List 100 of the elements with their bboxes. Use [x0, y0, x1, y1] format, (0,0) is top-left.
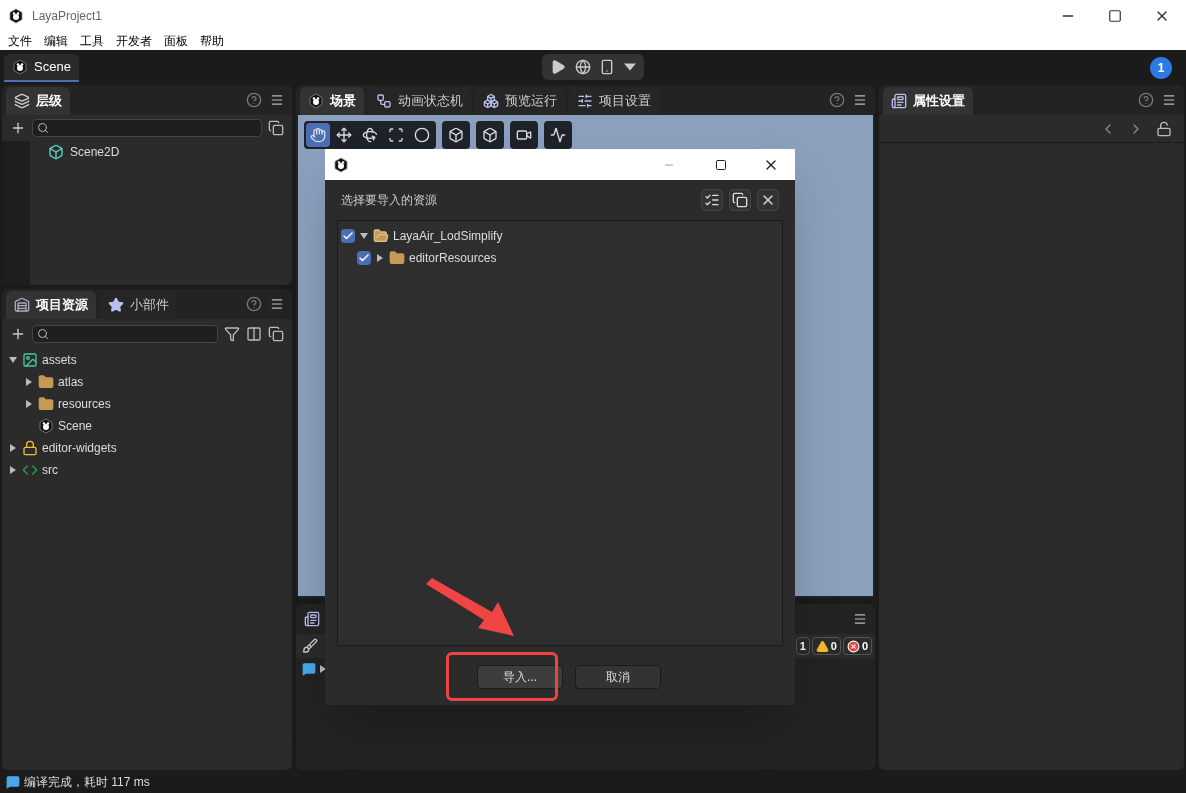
panel-tab[interactable]: 项目资源	[6, 291, 96, 319]
log-count[interactable]: 0	[811, 637, 841, 655]
import-button[interactable]: 导入...	[477, 665, 563, 689]
menu-icon[interactable]	[1162, 93, 1176, 107]
maximize-icon[interactable]	[715, 158, 727, 171]
menu-icon[interactable]	[270, 297, 284, 311]
star-icon	[108, 297, 124, 313]
add-icon[interactable]	[10, 120, 26, 136]
tree-item[interactable]: editorResources	[409, 249, 497, 267]
cube-view-tool[interactable]	[442, 121, 470, 149]
search-icon	[37, 328, 49, 340]
deselect-all-button[interactable]	[757, 189, 779, 211]
notification-badge[interactable]: 1	[1150, 56, 1172, 79]
box-icon	[482, 127, 498, 143]
menu-item[interactable]: 工具	[80, 32, 104, 50]
logo-icon	[8, 8, 24, 24]
menu-icon[interactable]	[270, 93, 284, 107]
tree-item[interactable]: Scene	[58, 417, 93, 435]
menu-item[interactable]: 编辑	[44, 32, 68, 50]
help-icon[interactable]	[246, 296, 262, 312]
collapsed-arrow-icon[interactable]	[24, 377, 34, 387]
cancel-button[interactable]: 取消	[575, 665, 661, 689]
panel-tab[interactable]: 场景	[300, 87, 364, 115]
move-icon	[336, 127, 352, 143]
tree-item[interactable]: atlas	[58, 373, 84, 391]
hand-tool[interactable]	[306, 123, 330, 147]
error-icon	[846, 639, 860, 653]
logo-icon	[12, 58, 28, 75]
warehouse-icon	[14, 297, 30, 313]
box-tool[interactable]	[476, 121, 504, 149]
collapsed-arrow-icon[interactable]	[8, 443, 18, 453]
layers-icon	[14, 93, 30, 109]
pulse-icon	[550, 127, 566, 143]
document-tab[interactable]: Scene	[4, 53, 79, 82]
status-text: 编译完成，耗时 117 ms	[24, 773, 150, 791]
cube-icon	[448, 127, 464, 143]
dialog-heading: 选择要导入的资源	[341, 192, 437, 209]
menu-icon[interactable]	[853, 612, 867, 626]
expanded-arrow-icon[interactable]	[359, 231, 369, 241]
search-field[interactable]	[32, 325, 218, 343]
columns-icon[interactable]	[246, 326, 262, 342]
panel-tab[interactable]: 属性设置	[883, 87, 973, 115]
console-icon	[304, 611, 320, 627]
logo-icon	[308, 93, 324, 109]
settings-icon	[577, 93, 593, 109]
folder-icon	[38, 396, 54, 412]
maximize-icon[interactable]	[1108, 9, 1122, 23]
dropdown-icon[interactable]	[623, 61, 636, 73]
collapsed-arrow-icon[interactable]	[375, 253, 385, 263]
collapse-all-icon[interactable]	[268, 326, 284, 342]
tree-item[interactable]: editor-widgets	[42, 439, 117, 457]
help-icon[interactable]	[829, 92, 845, 108]
scale-icon	[388, 127, 404, 143]
stats-tool[interactable]	[544, 121, 572, 149]
menu-item[interactable]: 文件	[8, 32, 32, 50]
rotate-icon	[362, 127, 378, 143]
camera-icon	[516, 127, 532, 143]
search-icon	[37, 122, 49, 134]
select-all-button[interactable]	[701, 189, 723, 211]
help-icon[interactable]	[246, 92, 262, 108]
graph-icon	[376, 93, 392, 109]
panel-tab[interactable]: 层级	[6, 87, 70, 115]
log-icon	[302, 662, 316, 676]
properties-icon	[891, 93, 907, 109]
help-icon[interactable]	[1138, 92, 1154, 108]
tree-item[interactable]: Scene2D	[70, 143, 120, 161]
checkbox[interactable]	[357, 251, 371, 265]
tree-item[interactable]: resources	[58, 395, 111, 413]
collapsed-arrow-icon[interactable]	[24, 399, 34, 409]
folder-icon	[389, 250, 405, 266]
copy-button[interactable]	[729, 189, 751, 211]
camera-tool[interactable]	[510, 121, 538, 149]
globe-icon[interactable]	[574, 59, 591, 75]
menu-item[interactable]: 帮助	[200, 32, 224, 50]
collapsed-arrow-icon[interactable]	[8, 465, 18, 475]
expanded-arrow-icon[interactable]	[8, 355, 18, 365]
window-title: LayaProject1	[32, 8, 103, 25]
copy-icon	[732, 192, 748, 208]
log-count[interactable]: 0	[842, 637, 872, 655]
collapse-all-icon[interactable]	[268, 120, 284, 136]
menu-icon[interactable]	[853, 93, 867, 107]
menu-item[interactable]: 面板	[164, 32, 188, 50]
checklist-icon	[704, 192, 720, 208]
checkbox[interactable]	[341, 229, 355, 243]
add-icon[interactable]	[10, 326, 26, 342]
warning-icon	[815, 639, 829, 653]
menu-item[interactable]: 开发者	[116, 32, 152, 50]
log-icon	[6, 774, 20, 789]
hand-icon	[310, 127, 326, 143]
tree-item[interactable]: src	[42, 461, 58, 479]
tree-item[interactable]: LayaAir_LodSimplify	[393, 227, 503, 245]
logo-icon	[333, 156, 349, 173]
folder-icon	[373, 228, 389, 244]
play-icon[interactable]	[550, 59, 567, 75]
search-field[interactable]	[32, 119, 262, 137]
collapsed-arrow-icon[interactable]	[318, 664, 328, 674]
filter-icon[interactable]	[224, 326, 240, 342]
folder-icon	[38, 374, 54, 390]
unlock-icon[interactable]	[1156, 120, 1172, 137]
tree-item[interactable]: assets	[42, 351, 77, 369]
